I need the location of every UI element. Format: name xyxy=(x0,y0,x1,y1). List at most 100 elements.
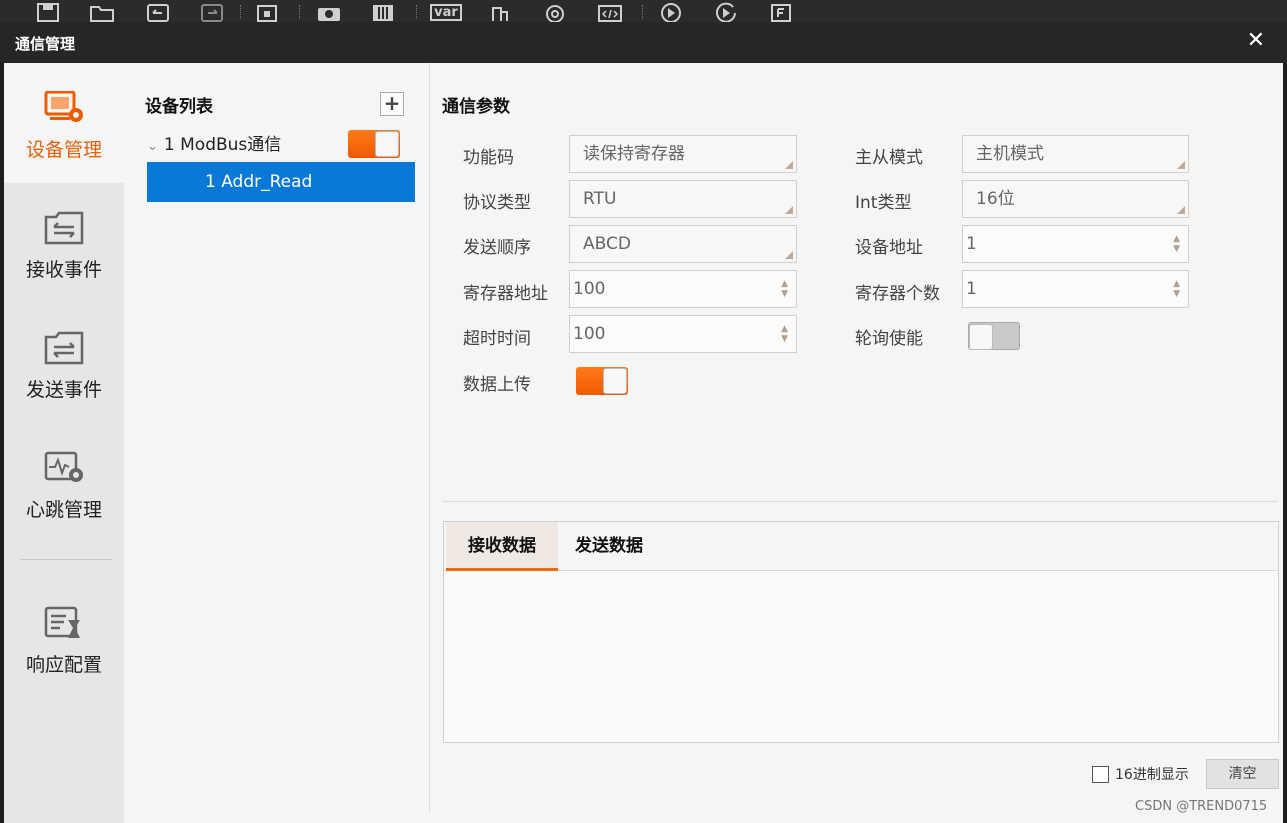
tab-bar: 接收数据 发送数据 xyxy=(444,522,1278,571)
int-type-value: 16位 xyxy=(976,189,1015,209)
receive-folder-icon xyxy=(44,211,84,245)
tool-icon[interactable] xyxy=(487,2,513,22)
toolbar-separator xyxy=(416,5,417,19)
close-icon[interactable]: ✕ xyxy=(1247,28,1265,53)
play-once-icon[interactable] xyxy=(713,2,739,22)
sidebar-item-device-management[interactable]: 设备管理 xyxy=(4,63,124,183)
chevron-down-icon[interactable]: ⌄ xyxy=(147,139,158,154)
dropdown-corner-icon xyxy=(1177,161,1185,169)
undo-icon[interactable] xyxy=(145,2,171,22)
timeout-spinbox[interactable]: 100 ▲ ▼ xyxy=(569,315,797,353)
device-gear-icon xyxy=(44,90,84,125)
register-address-value: 100 xyxy=(573,279,606,299)
device-address-spinbox[interactable]: 1 ▲ ▼ xyxy=(962,225,1189,263)
sidebar-item-send-events[interactable]: 发送事件 xyxy=(4,303,124,423)
register-address-spinbox[interactable]: 100 ▲ ▼ xyxy=(569,270,797,308)
int-type-label: Int类型 xyxy=(855,193,912,213)
master-slave-label: 主从模式 xyxy=(855,148,923,168)
dropdown-corner-icon xyxy=(1177,206,1185,214)
app-toolbar: var xyxy=(0,0,1287,22)
dropdown-corner-icon xyxy=(785,251,793,259)
register-address-label: 寄存器地址 xyxy=(463,284,548,304)
timeout-value: 100 xyxy=(573,324,606,344)
save-icon[interactable] xyxy=(35,2,61,22)
lock-icon[interactable] xyxy=(254,2,280,22)
send-order-value: ABCD xyxy=(583,234,631,254)
device-list-title: 设备列表 xyxy=(145,97,213,117)
sidebar-item-label: 心跳管理 xyxy=(25,499,102,521)
spinner-arrows-icon[interactable]: ▲ ▼ xyxy=(1173,234,1180,254)
watermark: CSDN @TREND0715 xyxy=(1135,799,1268,814)
data-upload-toggle[interactable] xyxy=(576,367,628,395)
code-icon[interactable] xyxy=(597,2,623,22)
device-enable-toggle[interactable] xyxy=(348,130,400,158)
protocol-type-select[interactable]: RTU xyxy=(569,180,797,218)
params-title: 通信参数 xyxy=(442,97,510,117)
open-folder-icon[interactable] xyxy=(89,2,115,22)
clear-button[interactable]: 清空 xyxy=(1206,759,1279,789)
file-icon[interactable] xyxy=(768,2,794,22)
heartbeat-gear-icon xyxy=(44,451,84,485)
section-divider xyxy=(442,501,1278,502)
variable-icon[interactable]: var xyxy=(430,4,462,21)
dialog-titlebar: 通信管理 ✕ xyxy=(0,22,1287,63)
send-order-select[interactable]: ABCD xyxy=(569,225,797,263)
send-order-label: 发送顺序 xyxy=(463,238,531,258)
camera-icon[interactable] xyxy=(316,2,342,22)
timeout-label: 超时时间 xyxy=(463,329,531,349)
int-type-select[interactable]: 16位 xyxy=(962,180,1189,218)
dropdown-corner-icon xyxy=(785,206,793,214)
response-config-icon xyxy=(44,606,84,640)
device-address-value: 1 xyxy=(966,234,977,254)
play-icon[interactable] xyxy=(658,2,684,22)
sidebar-divider xyxy=(20,559,112,560)
toggle-knob xyxy=(375,131,399,157)
register-count-label: 寄存器个数 xyxy=(855,284,940,304)
sidebar-item-heartbeat[interactable]: 心跳管理 xyxy=(4,423,124,543)
toggle-knob xyxy=(969,324,993,350)
spinner-arrows-icon[interactable]: ▲ ▼ xyxy=(781,324,788,344)
sliders-icon[interactable] xyxy=(370,2,396,22)
tree-item-modbus[interactable]: ⌄ 1 ModBus通信 xyxy=(147,130,281,155)
polling-enable-toggle[interactable] xyxy=(968,322,1020,350)
communication-dialog: 设备管理 接收事件 发送事件 心跳管理 响应配置 设备列表 + ⌄ 1 ModB… xyxy=(4,63,1283,823)
toolbar-separator xyxy=(240,5,241,19)
sidebar-item-label: 接收事件 xyxy=(25,259,102,281)
master-slave-value: 主机模式 xyxy=(976,144,1044,164)
params-panel: 通信参数 功能码 读保持寄存器 主从模式 主机模式 协议类型 RTU Int类型… xyxy=(430,63,1283,823)
sidebar-item-receive-events[interactable]: 接收事件 xyxy=(4,183,124,303)
sidebar-item-response-config[interactable]: 响应配置 xyxy=(4,578,124,698)
send-folder-icon xyxy=(44,331,84,365)
dialog-title: 通信管理 xyxy=(15,35,76,53)
protocol-type-label: 协议类型 xyxy=(463,193,531,213)
spinner-arrows-icon[interactable]: ▲ ▼ xyxy=(781,279,788,299)
function-code-value: 读保持寄存器 xyxy=(583,144,685,164)
hex-display-checkbox[interactable] xyxy=(1092,765,1109,783)
sidebar-item-label: 发送事件 xyxy=(25,379,102,401)
data-upload-label: 数据上传 xyxy=(463,375,531,395)
master-slave-select[interactable]: 主机模式 xyxy=(962,135,1189,173)
data-tabs-panel: 接收数据 发送数据 xyxy=(443,521,1279,743)
toolbar-separator xyxy=(299,5,300,19)
toggle-knob xyxy=(603,368,627,394)
spinner-arrows-icon[interactable]: ▲ ▼ xyxy=(1173,279,1180,299)
tree-item-addr-read[interactable]: 1 Addr_Read xyxy=(147,162,415,202)
function-code-label: 功能码 xyxy=(463,148,514,168)
function-code-select[interactable]: 读保持寄存器 xyxy=(569,135,797,173)
add-device-button[interactable]: + xyxy=(380,92,404,116)
hex-display-label: 16进制显示 xyxy=(1115,767,1189,783)
redo-icon[interactable] xyxy=(199,2,225,22)
tree-item-label: 1 ModBus通信 xyxy=(163,135,282,155)
register-count-value: 1 xyxy=(966,279,977,299)
device-address-label: 设备地址 xyxy=(855,238,923,258)
device-list-panel: 设备列表 + ⌄ 1 ModBus通信 1 Addr_Read xyxy=(124,63,430,813)
dropdown-corner-icon xyxy=(785,161,793,169)
hex-display-checkbox-row[interactable]: 16进制显示 xyxy=(1092,764,1189,784)
data-content-area[interactable] xyxy=(444,572,1278,742)
tab-receive-data[interactable]: 接收数据 xyxy=(446,522,558,571)
toolbar-separator xyxy=(642,5,643,19)
protocol-type-value: RTU xyxy=(583,189,617,209)
at-icon[interactable] xyxy=(542,2,568,22)
register-count-spinbox[interactable]: 1 ▲ ▼ xyxy=(962,270,1189,308)
tab-send-data[interactable]: 发送数据 xyxy=(558,522,660,571)
